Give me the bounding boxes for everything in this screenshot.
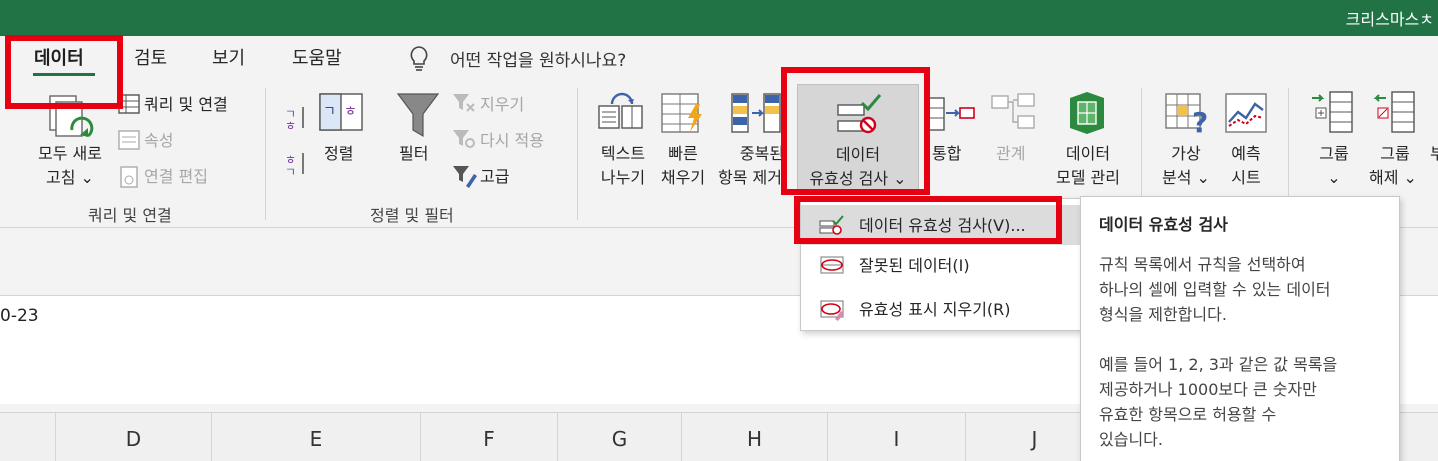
properties-button[interactable]: 속성 xyxy=(144,129,173,152)
text-to-columns-label-2[interactable]: 나누기 xyxy=(592,166,654,189)
remove-duplicates-icon[interactable] xyxy=(730,92,782,134)
edit-links-button[interactable]: 연결 편집 xyxy=(144,165,208,188)
refresh-all-label-1[interactable]: 모두 새로 xyxy=(28,142,112,165)
group-separator xyxy=(265,88,266,220)
consolidate-button[interactable]: 통합 xyxy=(932,142,961,165)
advanced-filter-icon xyxy=(453,166,477,188)
column-header-f[interactable]: F xyxy=(421,413,558,461)
sort-button[interactable]: 정렬 xyxy=(324,142,353,165)
tooltip-line: 하나의 셀에 입력할 수 있는 데이터 xyxy=(1099,280,1331,299)
menu-item-label: 잘못된 데이터(I) xyxy=(859,256,970,275)
tooltip-line: 제공하거나 1000보다 큰 숫자만 xyxy=(1099,380,1317,399)
remove-duplicates-label-2[interactable]: 항목 제거 xyxy=(718,166,782,189)
group-separator xyxy=(577,88,578,220)
what-if-label-1[interactable]: 가상 xyxy=(1158,142,1214,165)
svg-text:ㅎ: ㅎ xyxy=(285,119,296,132)
highlight-box-button xyxy=(781,67,930,195)
menu-item-clear-validation-circles[interactable]: 유효성 표시 지우기(R) xyxy=(801,289,1081,329)
flash-fill-label-1[interactable]: 빠른 xyxy=(654,142,712,165)
tooltip-line: 있습니다. xyxy=(1099,430,1163,449)
filter-icon[interactable] xyxy=(396,90,440,142)
advanced-button[interactable]: 고급 xyxy=(480,165,509,188)
tooltip-line: 예를 들어 1, 2, 3과 같은 값 목록을 xyxy=(1099,355,1338,374)
group-label-queries: 쿼리 및 연결 xyxy=(88,206,172,225)
title-bar: 크리스마스ㅊ xyxy=(0,0,1438,36)
group-label-sort-filter: 정렬 및 필터 xyxy=(370,206,454,225)
ribbon-tabs: 데이터 검토 보기 도움말 어떤 작업을 원하시나요? xyxy=(0,36,1438,82)
circle-invalid-icon xyxy=(820,256,844,274)
column-header-i[interactable]: I xyxy=(828,413,966,461)
ungroup-icon[interactable] xyxy=(1372,90,1418,136)
tooltip-title: 데이터 유효성 검사 xyxy=(1099,215,1228,234)
column-header-h[interactable]: H xyxy=(682,413,828,461)
sort-icon[interactable]: ㄱ ㅎ xyxy=(318,92,364,132)
forecast-sheet-label-2[interactable]: 시트 xyxy=(1218,166,1274,189)
menu-item-label: 유효성 표시 지우기(R) xyxy=(859,300,1011,319)
text-to-columns-label-1[interactable]: 텍스트 xyxy=(592,142,654,165)
column-header-e[interactable]: E xyxy=(212,413,421,461)
data-model-icon[interactable] xyxy=(1066,90,1108,136)
tab-help[interactable]: 도움말 xyxy=(292,44,342,70)
refresh-all-label-2[interactable]: 고침 ⌄ xyxy=(28,166,112,189)
svg-text:?: ? xyxy=(1192,106,1208,136)
flash-fill-label-2[interactable]: 채우기 xyxy=(654,166,712,189)
consolidate-icon[interactable] xyxy=(926,96,976,132)
svg-text:ㄱ: ㄱ xyxy=(285,165,296,178)
group-label-1[interactable]: 그룹 xyxy=(1306,142,1362,165)
flash-fill-icon[interactable] xyxy=(660,92,706,136)
text-to-columns-icon[interactable] xyxy=(598,92,644,132)
cell-value: 0-23 xyxy=(0,306,39,326)
ungroup-label-2[interactable]: 해제 ⌄ xyxy=(1369,166,1417,189)
sort-asc-icon[interactable]: ㄱ ㅎ xyxy=(283,104,307,132)
highlight-box-tab xyxy=(5,35,123,109)
sort-desc-icon[interactable]: ㅎ ㄱ xyxy=(283,150,307,178)
queries-connections-button[interactable]: 쿼리 및 연결 xyxy=(144,93,228,116)
relationships-icon xyxy=(991,93,1035,129)
column-header-g[interactable]: G xyxy=(558,413,682,461)
tell-me-search[interactable]: 어떤 작업을 원하시나요? xyxy=(450,46,626,71)
tooltip-line: 규칙 목록에서 규칙을 선택하여 xyxy=(1099,255,1306,274)
tab-review[interactable]: 검토 xyxy=(134,44,167,70)
column-header-d[interactable]: D xyxy=(56,413,212,461)
clear-circles-icon xyxy=(820,300,844,321)
ungroup-label-1[interactable]: 그룹 xyxy=(1366,142,1424,165)
forecast-sheet-label-1[interactable]: 예측 xyxy=(1218,142,1274,165)
group-label-2[interactable]: ⌄ xyxy=(1306,166,1362,189)
data-model-label-1[interactable]: 데이터 xyxy=(1044,142,1132,165)
filter-button[interactable]: 필터 xyxy=(399,142,428,165)
properties-icon xyxy=(118,130,140,150)
group-icon[interactable] xyxy=(1310,90,1356,136)
subtotal-label-partial[interactable]: 부 xyxy=(1430,142,1438,165)
what-if-label-2[interactable]: 분석 ⌄ xyxy=(1154,166,1218,189)
data-model-label-2[interactable]: 모델 관리 xyxy=(1044,166,1132,189)
chart-icon[interactable] xyxy=(1224,92,1268,134)
column-header-blank xyxy=(0,413,56,461)
reapply-button[interactable]: 다시 적용 xyxy=(480,129,544,152)
tooltip: 데이터 유효성 검사 규칙 목록에서 규칙을 선택하여 하나의 셀에 입력할 수… xyxy=(1080,196,1400,461)
reapply-icon xyxy=(453,130,475,148)
tab-view[interactable]: 보기 xyxy=(212,44,245,70)
tooltip-line: 형식을 제한합니다. xyxy=(1099,305,1227,324)
highlight-box-menu-item xyxy=(794,196,1062,244)
svg-text:ㄱ: ㄱ xyxy=(323,104,336,120)
edit-links-icon xyxy=(120,166,138,188)
tooltip-line: 유효한 항목으로 허용할 수 xyxy=(1099,405,1277,424)
what-if-analysis-icon[interactable]: ? xyxy=(1164,92,1212,136)
clear-button[interactable]: 지우기 xyxy=(480,93,524,116)
menu-item-circle-invalid[interactable]: 잘못된 데이터(I) xyxy=(801,245,1081,285)
clear-filter-icon xyxy=(453,94,475,112)
window-title: 크리스마스ㅊ xyxy=(1345,10,1434,29)
relationships-button[interactable]: 관계 xyxy=(996,142,1025,165)
lightbulb-icon[interactable] xyxy=(406,44,432,72)
svg-text:ㅎ: ㅎ xyxy=(344,104,357,120)
